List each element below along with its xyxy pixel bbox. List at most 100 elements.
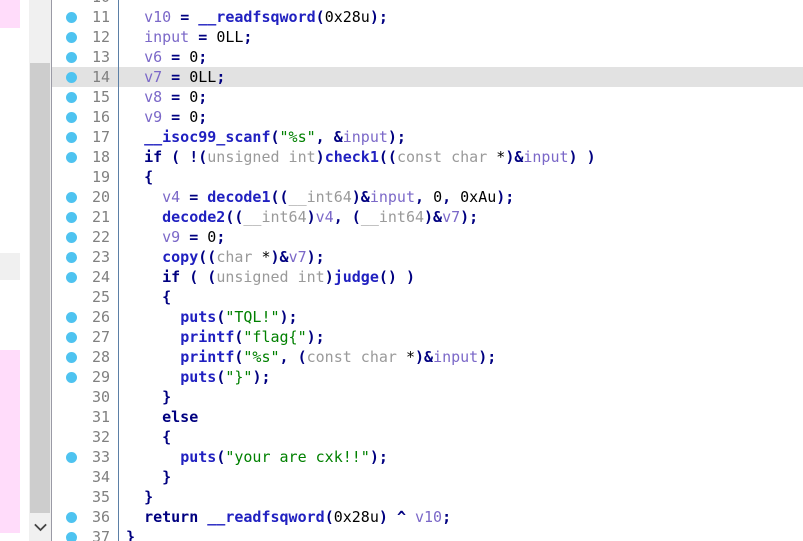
code-line-17[interactable]: 17 __isoc99_scanf("%s", &input); [52,127,803,147]
gutter-separator [118,147,119,167]
navigator-segment-pink-top[interactable] [0,0,20,28]
gutter-separator [118,487,119,507]
code-line-13[interactable]: 13 v6 = 0; [52,47,803,67]
navigator-strip[interactable] [0,0,20,541]
token-pun: , [415,188,425,206]
code-text[interactable]: { [126,167,153,187]
breakpoint-dot-icon[interactable] [66,452,77,463]
breakpoint-dot-icon[interactable] [66,272,77,283]
code-line-25[interactable]: 25 { [52,287,803,307]
code-text[interactable]: puts("TQL!"); [126,307,297,327]
scrollbar-down-button[interactable] [30,513,50,541]
token-var: input [369,188,415,206]
navigator-segment-white-3[interactable] [0,533,20,541]
token-pun: = [171,68,181,86]
code-text[interactable]: puts("}"); [126,367,271,387]
code-text[interactable]: __isoc99_scanf("%s", &input); [126,127,406,147]
code-text[interactable]: printf("flag{"); [126,327,325,347]
code-text[interactable]: { [126,427,171,447]
code-line-26[interactable]: 26 puts("TQL!"); [52,307,803,327]
breakpoint-dot-icon[interactable] [66,152,77,163]
navigator-segment-white-2[interactable] [0,280,20,350]
code-text[interactable]: copy((char *)&v7); [126,247,325,267]
code-text[interactable]: printf("%s", (const char *)&input); [126,347,496,367]
breakpoint-dot-icon[interactable] [66,312,77,323]
scrollbar-thumb[interactable] [30,63,50,513]
code-text[interactable]: input = 0LL; [126,27,252,47]
code-line-32[interactable]: 32 { [52,427,803,447]
breakpoint-dot-icon[interactable] [66,132,77,143]
code-text[interactable]: v8 = 0; [126,87,207,107]
breakpoint-dot-icon[interactable] [66,192,77,203]
code-line-12[interactable]: 12 input = 0LL; [52,27,803,47]
token-plain: * [496,148,506,166]
pseudocode-editor[interactable]: 1011 v10 = __readfsqword(0x28u);12 input… [52,0,803,541]
navigator-segment-pink-bottom[interactable] [0,350,20,533]
navigator-segment-white-1[interactable] [0,28,20,253]
breakpoint-dot-icon[interactable] [66,72,77,83]
code-text[interactable]: v9 = 0; [126,227,225,247]
token-pun: ; [198,48,208,66]
code-text[interactable]: v7 = 0LL; [126,67,225,87]
code-text[interactable]: } [126,387,171,407]
breakpoint-dot-icon[interactable] [66,112,77,123]
token-num: 0 [207,228,217,246]
chevron-down-icon [33,523,47,532]
code-line-30[interactable]: 30 } [52,387,803,407]
breakpoint-dot-icon[interactable] [66,372,77,383]
breakpoint-dot-icon[interactable] [66,92,77,103]
code-text[interactable]: { [126,287,171,307]
breakpoint-dot-icon[interactable] [66,32,77,43]
breakpoint-dot-icon[interactable] [66,352,77,363]
breakpoint-dot-icon[interactable] [66,332,77,343]
code-line-15[interactable]: 15 v8 = 0; [52,87,803,107]
code-text[interactable]: return __readfsqword(0x28u) ^ v10; [126,507,451,527]
breakpoint-dot-icon[interactable] [66,232,77,243]
code-text[interactable]: else [126,407,198,427]
code-line-14[interactable]: 14 v7 = 0LL; [52,67,803,87]
code-text[interactable]: v9 = 0; [126,107,207,127]
code-line-29[interactable]: 29 puts("}"); [52,367,803,387]
code-line-37[interactable]: 37} [52,527,803,541]
code-text[interactable]: puts("your are cxk!!"); [126,447,388,467]
breakpoint-dot-icon[interactable] [66,252,77,263]
code-line-27[interactable]: 27 printf("flag{"); [52,327,803,347]
vertical-scrollbar[interactable] [29,0,52,541]
token-pun: ); [252,368,271,386]
code-text[interactable]: v6 = 0; [126,47,207,67]
breakpoint-dot-icon[interactable] [66,52,77,63]
code-text[interactable]: if ( (unsigned int)judge() ) [126,267,415,287]
breakpoint-dot-icon[interactable] [66,12,77,23]
code-text[interactable]: } [126,527,135,541]
code-line-16[interactable]: 16 v9 = 0; [52,107,803,127]
code-text[interactable]: v4 = decode1((__int64)&input, 0, 0xAu); [126,187,514,207]
code-line-35[interactable]: 35 } [52,487,803,507]
code-line-24[interactable]: 24 if ( (unsigned int)judge() ) [52,267,803,287]
navigator-segment-gray[interactable] [0,253,20,280]
code-line-34[interactable]: 34 } [52,467,803,487]
line-number: 30 [91,388,110,406]
breakpoint-dot-icon[interactable] [66,212,77,223]
code-text[interactable]: if ( !(unsigned int)check1((const char *… [126,147,596,167]
code-text[interactable]: decode2((__int64)v4, (__int64)&v7); [126,207,478,227]
code-line-18[interactable]: 18 if ( !(unsigned int)check1((const cha… [52,147,803,167]
line-number: 23 [91,248,110,266]
code-line-23[interactable]: 23 copy((char *)&v7); [52,247,803,267]
code-line-11[interactable]: 11 v10 = __readfsqword(0x28u); [52,7,803,27]
breakpoint-dot-icon[interactable] [66,512,77,523]
code-line-28[interactable]: 28 printf("%s", (const char *)&input); [52,347,803,367]
code-line-20[interactable]: 20 v4 = decode1((__int64)&input, 0, 0xAu… [52,187,803,207]
breakpoint-dot-icon[interactable] [66,532,77,541]
code-line-31[interactable]: 31 else [52,407,803,427]
token-fn: decode2 [162,208,226,226]
code-line-36[interactable]: 36 return __readfsqword(0x28u) ^ v10; [52,507,803,527]
code-line-22[interactable]: 22 v9 = 0; [52,227,803,247]
gutter-separator [118,87,119,107]
code-line-19[interactable]: 19 { [52,167,803,187]
code-line-10[interactable]: 10 [52,0,803,7]
code-text[interactable]: } [126,487,153,507]
code-line-33[interactable]: 33 puts("your are cxk!!"); [52,447,803,467]
code-text[interactable]: v10 = __readfsqword(0x28u); [126,7,388,27]
code-line-21[interactable]: 21 decode2((__int64)v4, (__int64)&v7); [52,207,803,227]
code-text[interactable]: } [126,467,171,487]
